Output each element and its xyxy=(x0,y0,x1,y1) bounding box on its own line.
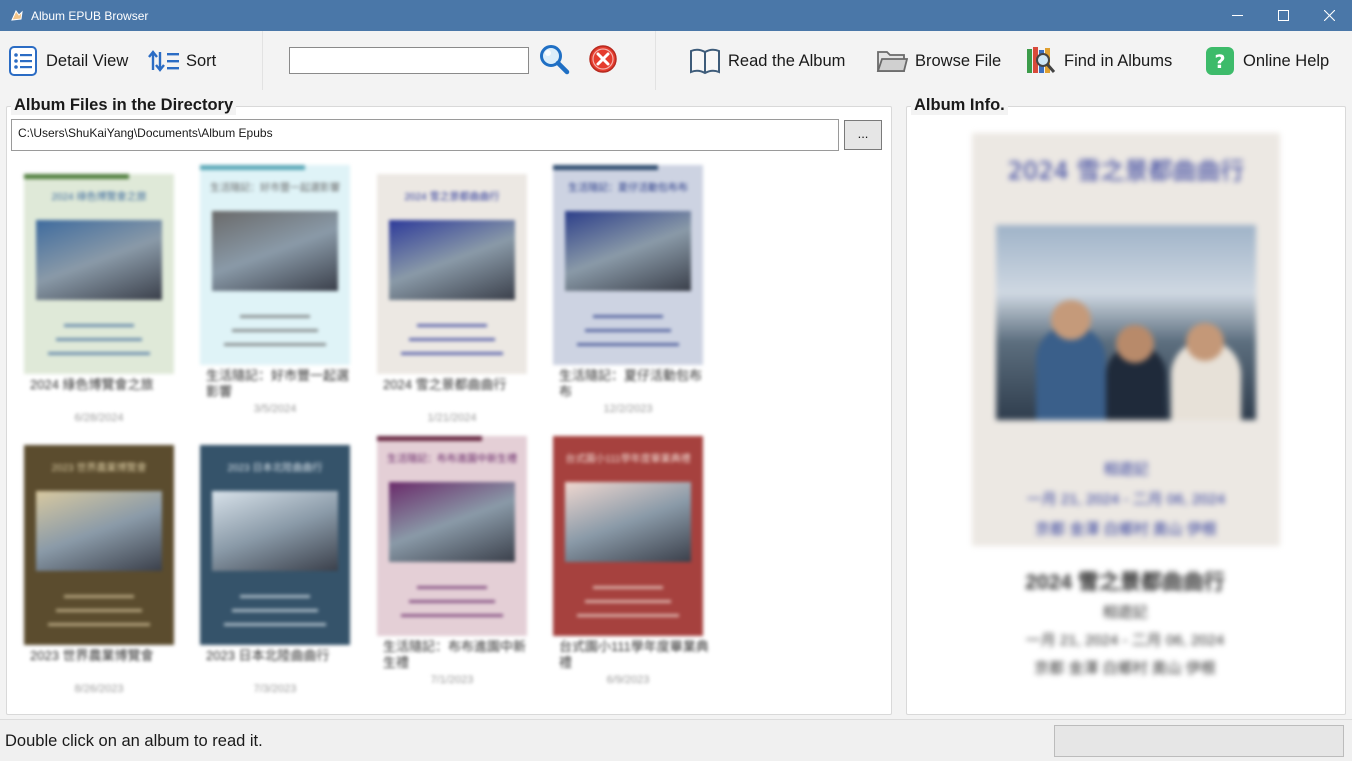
app-icon xyxy=(9,8,25,24)
album-info-places: 京都 金澤 白鄉村 奧山 伊根 xyxy=(1034,660,1216,677)
album-cover-title: 生活隨記：好市豐一起選影響 xyxy=(210,183,340,194)
album-cover-title: 生活隨記：夏仔活動包布布 xyxy=(568,183,688,194)
help-icon: ? xyxy=(1204,45,1236,77)
cover-dates-text: 一月 21, 2024 - 二月 06, 2024 xyxy=(1026,491,1226,508)
sort-label: Sort xyxy=(186,51,217,70)
folder-icon xyxy=(876,45,908,77)
sort-icon xyxy=(148,45,180,77)
album-date: 6/28/2024 xyxy=(74,412,124,424)
album-cover: 2024 綠色博覽會之旅 xyxy=(24,174,174,374)
album-info-cover: 2024 雪之景都曲曲行 相遊記 一月 21, 2024 - 二月 06, 20… xyxy=(972,133,1280,546)
album-files-title: Album Files in the Directory xyxy=(11,96,237,115)
maximize-button[interactable] xyxy=(1260,0,1306,31)
album-info-subtitle: 相遊記 xyxy=(1102,604,1148,621)
find-in-albums-label: Find in Albums xyxy=(1064,51,1173,70)
minimize-button[interactable] xyxy=(1214,0,1260,31)
album-name: 生活隨記：布布進園中新生禮 xyxy=(383,639,527,670)
find-books-icon xyxy=(1025,45,1057,77)
search-input[interactable] xyxy=(289,47,529,74)
album-cover: 生活隨記：布布進園中新生禮 xyxy=(377,436,527,636)
read-album-button[interactable]: Read the Album xyxy=(689,44,845,78)
album-info-title: Album Info. xyxy=(911,96,1008,115)
cover-photo xyxy=(996,225,1256,420)
album-date: 8/26/2023 xyxy=(74,683,124,695)
album-cover-title: 台式園小111學年度畢業典禮 xyxy=(565,454,691,465)
album-cover: 2023 世界農業博覽會 xyxy=(24,445,174,645)
album-name: 生活隨記：好市豐一起選影響 xyxy=(206,368,350,399)
find-in-albums-button[interactable]: Find in Albums xyxy=(1025,44,1172,78)
search-button[interactable] xyxy=(536,43,572,79)
album-name: 2024 雪之景都曲曲行 xyxy=(383,377,507,392)
album-name: 生活隨記：夏仔活動包布布 xyxy=(559,368,703,399)
window-title: Album EPUB Browser xyxy=(31,8,149,23)
svg-text:?: ? xyxy=(1214,51,1225,73)
album-date: 12/2/2023 xyxy=(603,403,653,415)
album-name: 2023 世界農業博覽會 xyxy=(30,648,154,663)
sort-button[interactable]: Sort xyxy=(148,44,216,78)
list-view-icon xyxy=(7,45,39,77)
album-name: 2024 綠色博覽會之旅 xyxy=(30,377,154,392)
close-window-button[interactable] xyxy=(1306,0,1352,31)
album-cover: 生活隨記：好市豐一起選影響 xyxy=(200,165,350,365)
album-date: 3/5/2024 xyxy=(253,403,297,415)
album-cover-title: 2024 雪之景都曲曲行 xyxy=(404,192,500,203)
browse-file-label: Browse File xyxy=(915,51,1002,70)
toolbar-divider xyxy=(655,31,656,90)
detail-view-button[interactable]: Detail View xyxy=(7,44,128,78)
cover-title-text: 2024 雪之景都曲曲行 xyxy=(1007,157,1245,185)
open-book-icon xyxy=(689,45,721,77)
album-cover-title: 生活隨記：布布進園中新生禮 xyxy=(387,454,517,465)
detail-view-label: Detail View xyxy=(46,51,129,70)
album-date: 1/21/2024 xyxy=(427,412,477,424)
cover-places-text: 京都 金澤 白鄉村 奧山 伊根 xyxy=(1035,521,1217,538)
progress-bar xyxy=(1054,725,1344,757)
directory-path-field[interactable]: C:\Users\ShuKaiYang\Documents\Album Epub… xyxy=(11,119,839,151)
browse-file-button[interactable]: Browse File xyxy=(876,44,1001,78)
album-cover: 台式園小111學年度畢業典禮 xyxy=(553,436,703,636)
album-date: 7/1/2023 xyxy=(430,674,474,686)
status-bar: Double click on an album to read it. xyxy=(0,719,1352,761)
album-cover: 2024 雪之景都曲曲行 xyxy=(377,174,527,374)
online-help-button[interactable]: ? Online Help xyxy=(1204,44,1329,78)
status-message: Double click on an album to read it. xyxy=(5,732,263,750)
album-info-name: 2024 雪之景都曲曲行 xyxy=(1025,571,1225,594)
album-name: 2023 日本北陸曲曲行 xyxy=(206,648,330,663)
album-date: 7/3/2023 xyxy=(253,683,297,695)
magnifier-icon xyxy=(538,43,570,80)
album-cover-title: 2023 世界農業博覽會 xyxy=(51,463,147,474)
album-info-dates: 一月 21, 2024 - 二月 06, 2024 xyxy=(1025,632,1225,649)
album-cover: 2023 日本北陸曲曲行 xyxy=(200,445,350,645)
album-cover-title: 2024 綠色博覽會之旅 xyxy=(51,192,147,203)
online-help-label: Online Help xyxy=(1243,51,1330,70)
album-cover: 生活隨記：夏仔活動包布布 xyxy=(553,165,703,365)
toolbar: Detail View Sort Read the Album Browse F… xyxy=(0,31,1352,90)
album-name: 台式園小111學年度畢業典禮 xyxy=(559,639,709,670)
album-cover-title: 2023 日本北陸曲曲行 xyxy=(227,463,323,474)
clear-icon xyxy=(588,44,618,79)
title-bar: Album EPUB Browser xyxy=(0,0,1352,31)
browse-directory-button[interactable]: ... xyxy=(844,120,882,150)
cover-subtitle-text: 相遊記 xyxy=(1103,461,1149,478)
toolbar-divider xyxy=(262,31,263,90)
album-date: 6/9/2023 xyxy=(606,674,650,686)
read-album-label: Read the Album xyxy=(728,51,846,70)
clear-search-button[interactable] xyxy=(585,43,621,79)
